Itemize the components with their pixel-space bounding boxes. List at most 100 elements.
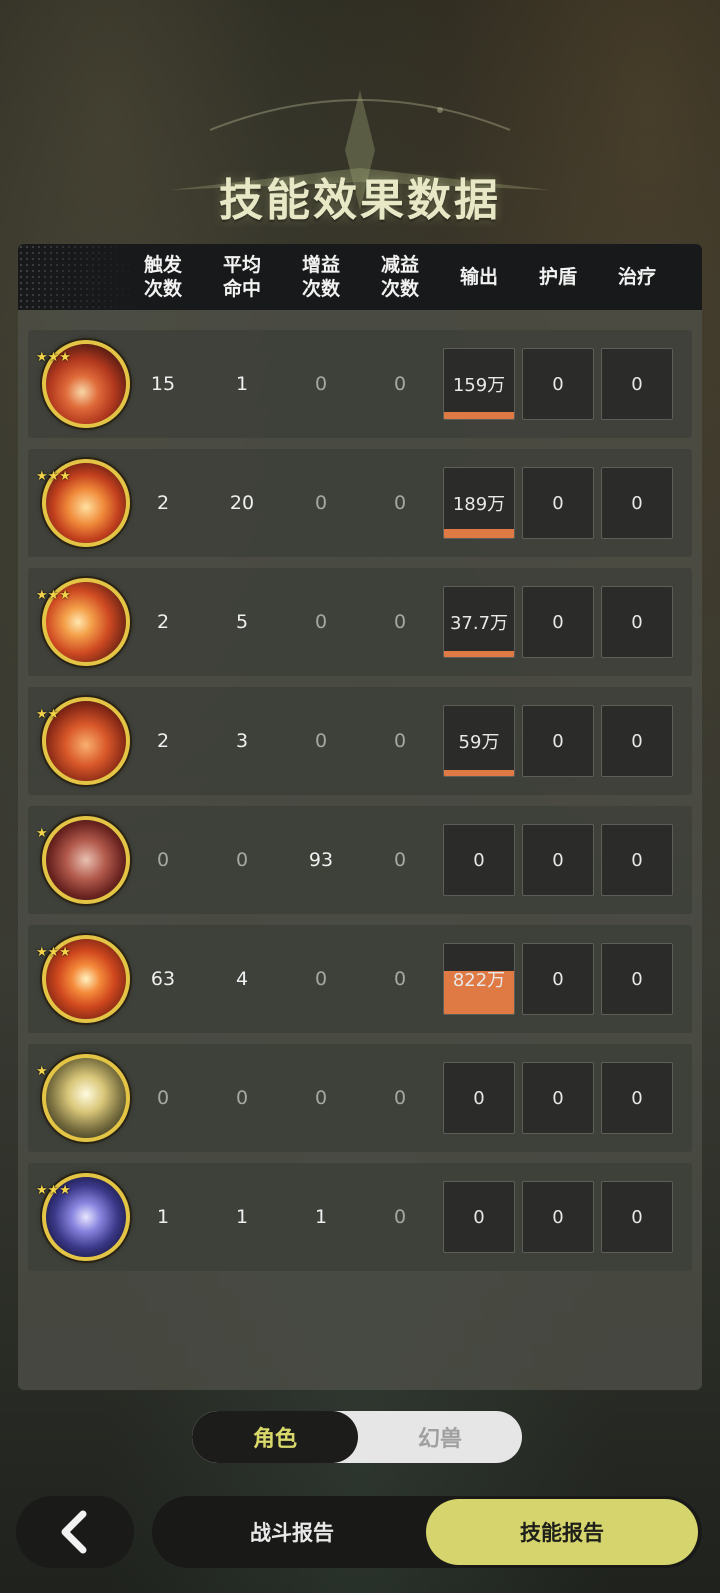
output-box: 189万 (443, 467, 515, 539)
output-box: 0 (443, 1181, 515, 1253)
shield-box: 0 (522, 824, 594, 896)
output-box: 59万 (443, 705, 515, 777)
chevron-left-icon (61, 1510, 87, 1554)
average-hits-value: 20 (229, 492, 255, 514)
skill-row: ★ 0 0 93 0 0 0 0 (28, 806, 692, 914)
heal-value: 0 (631, 968, 643, 990)
trigger-count-value: 0 (156, 1087, 170, 1109)
golden-burst-icon[interactable] (42, 1054, 130, 1142)
shield-value: 0 (552, 492, 564, 514)
page-title: 技能效果数据 (219, 175, 501, 226)
tab-battle-report[interactable]: 战斗报告 (152, 1496, 432, 1568)
debuff-count-value: 0 (393, 1206, 407, 1228)
shield-value: 0 (552, 373, 564, 395)
heal-value: 0 (631, 373, 643, 395)
column-output: 输出 (459, 266, 498, 288)
output-value: 0 (473, 849, 485, 871)
trigger-count-value: 15 (150, 373, 176, 395)
beast-spirit-icon[interactable] (42, 816, 130, 904)
column-average-hits: 平均 命中 (222, 254, 261, 300)
average-hits-value: 3 (235, 730, 249, 752)
shield-box: 0 (522, 1181, 594, 1253)
skill-row: ★★★ 63 4 0 0 822万 0 0 (28, 925, 692, 1033)
character-beast-toggle[interactable]: 角色 幻兽 (192, 1411, 522, 1463)
average-hits-value: 0 (235, 849, 249, 871)
debuff-count-value: 0 (393, 730, 407, 752)
shield-value: 0 (552, 849, 564, 871)
debuff-count-value: 0 (393, 373, 407, 395)
buff-count-value: 0 (314, 492, 328, 514)
star-rating-icon: ★★★ (36, 1184, 71, 1197)
output-box: 159万 (443, 348, 515, 420)
trigger-count-value: 0 (156, 849, 170, 871)
heal-value: 0 (631, 849, 643, 871)
column-heal: 治疗 (617, 266, 656, 288)
shield-value: 0 (552, 968, 564, 990)
buff-count-value: 0 (314, 611, 328, 633)
average-hits-value: 1 (235, 373, 249, 395)
debuff-count-value: 0 (393, 849, 407, 871)
back-button[interactable] (16, 1496, 134, 1568)
buff-count-value: 0 (314, 373, 328, 395)
star-rating-icon: ★★★ (36, 589, 71, 602)
trigger-count-value: 2 (156, 611, 170, 633)
buff-count-value: 93 (308, 849, 334, 871)
output-value: 189万 (452, 494, 506, 515)
skill-row: ★★★ 1 1 1 0 0 0 0 (28, 1163, 692, 1271)
skill-row: ★★ 2 3 0 0 59万 0 0 (28, 687, 692, 795)
skill-stats-panel: 触发次数 平均命中 增益次数 减益次数 输出 护盾 治疗 ★★★15100159… (18, 244, 702, 1390)
heal-box: 0 (601, 705, 673, 777)
shield-box: 0 (522, 467, 594, 539)
toggle-character[interactable]: 角色 (192, 1411, 358, 1463)
column-buff-count: 增益 次数 (301, 254, 340, 300)
heal-box: 0 (601, 348, 673, 420)
skill-row: ★★★ 2 5 0 0 37.7万 0 0 (28, 568, 692, 676)
average-hits-value: 4 (235, 968, 249, 990)
buff-count-value: 0 (314, 730, 328, 752)
output-box: 0 (443, 1062, 515, 1134)
star-rating-icon: ★ (36, 826, 48, 841)
shield-box: 0 (522, 348, 594, 420)
tab-skill-report[interactable]: 技能报告 (426, 1499, 698, 1565)
header-texture (18, 244, 138, 310)
buff-count-value: 1 (314, 1206, 328, 1228)
output-bar (444, 770, 514, 776)
output-box: 37.7万 (443, 586, 515, 658)
column-debuff-count: 减益 次数 (380, 254, 419, 300)
shield-value: 0 (552, 730, 564, 752)
output-bar (444, 529, 514, 538)
output-bar (444, 651, 514, 657)
trigger-count-value: 1 (156, 1206, 170, 1228)
buff-count-value: 0 (314, 968, 328, 990)
star-rating-icon: ★★ (36, 707, 60, 722)
toggle-beast[interactable]: 幻兽 (358, 1411, 522, 1463)
heal-value: 0 (631, 1087, 643, 1109)
skill-row: ★★★ 2 20 0 0 189万 0 0 (28, 449, 692, 557)
trigger-count-value: 2 (156, 730, 170, 752)
shield-box: 0 (522, 1062, 594, 1134)
debuff-count-value: 0 (393, 611, 407, 633)
output-value: 0 (473, 1087, 485, 1109)
average-hits-value: 0 (235, 1087, 249, 1109)
star-rating-icon: ★★★ (36, 946, 71, 959)
shield-value: 0 (552, 611, 564, 633)
shield-box: 0 (522, 943, 594, 1015)
trigger-count-value: 2 (156, 492, 170, 514)
output-box: 822万 (443, 943, 515, 1015)
output-value: 822万 (452, 970, 506, 991)
shield-value: 0 (552, 1206, 564, 1228)
column-trigger-count: 触发 次数 (143, 254, 182, 300)
heal-box: 0 (601, 1062, 673, 1134)
heal-box: 0 (601, 1181, 673, 1253)
heal-box: 0 (601, 943, 673, 1015)
star-rating-icon: ★ (36, 1064, 48, 1079)
star-rating-icon: ★★★ (36, 351, 71, 364)
debuff-count-value: 0 (393, 492, 407, 514)
column-shield: 护盾 (538, 266, 577, 288)
output-value: 59万 (458, 732, 500, 753)
output-value: 37.7万 (449, 613, 509, 634)
heal-value: 0 (631, 730, 643, 752)
star-rating-icon: ★★★ (36, 470, 71, 483)
heal-value: 0 (631, 1206, 643, 1228)
heal-value: 0 (631, 492, 643, 514)
